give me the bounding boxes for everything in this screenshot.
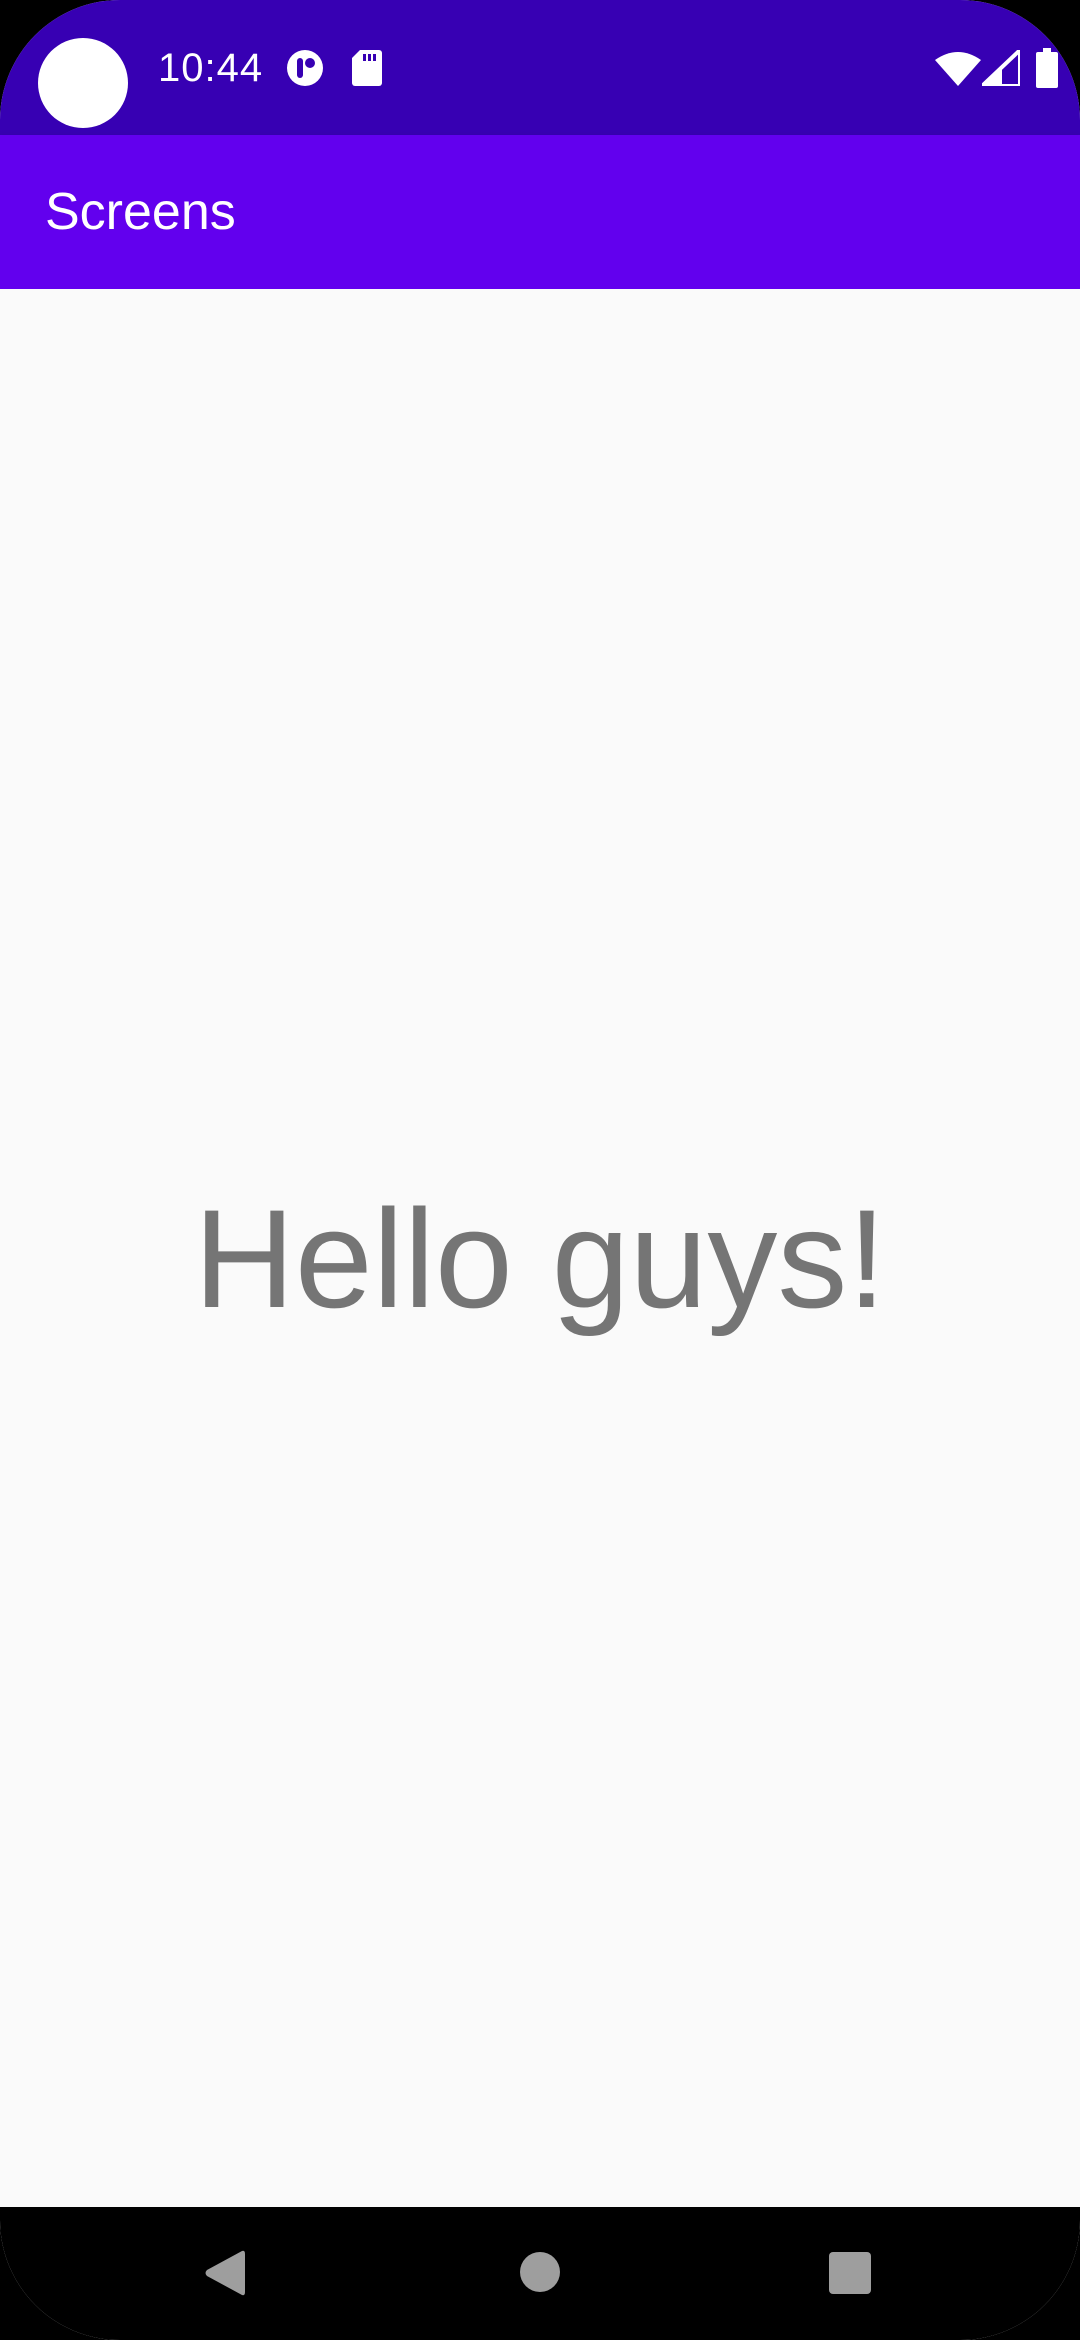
device-screen: 10:44 Screens Hello guys! xyxy=(0,0,1080,2340)
battery-icon xyxy=(1036,48,1058,88)
status-bar: 10:44 xyxy=(0,0,1080,135)
recents-icon[interactable] xyxy=(828,2251,872,2295)
cell-signal-icon xyxy=(982,50,1020,86)
wifi-icon xyxy=(935,52,981,86)
sd-card-icon xyxy=(352,50,382,86)
home-icon[interactable] xyxy=(519,2251,561,2293)
status-time: 10:44 xyxy=(158,46,264,90)
back-icon[interactable] xyxy=(204,2249,246,2297)
main-content: Hello guys! xyxy=(0,289,1080,2207)
navigation-bar xyxy=(0,2207,1080,2340)
app-title: Screens xyxy=(45,183,236,241)
notification-app-icon xyxy=(287,50,323,86)
camera-cutout xyxy=(38,38,128,128)
app-bar: Screens xyxy=(0,135,1080,289)
greeting-text: Hello guys! xyxy=(193,1180,887,1337)
